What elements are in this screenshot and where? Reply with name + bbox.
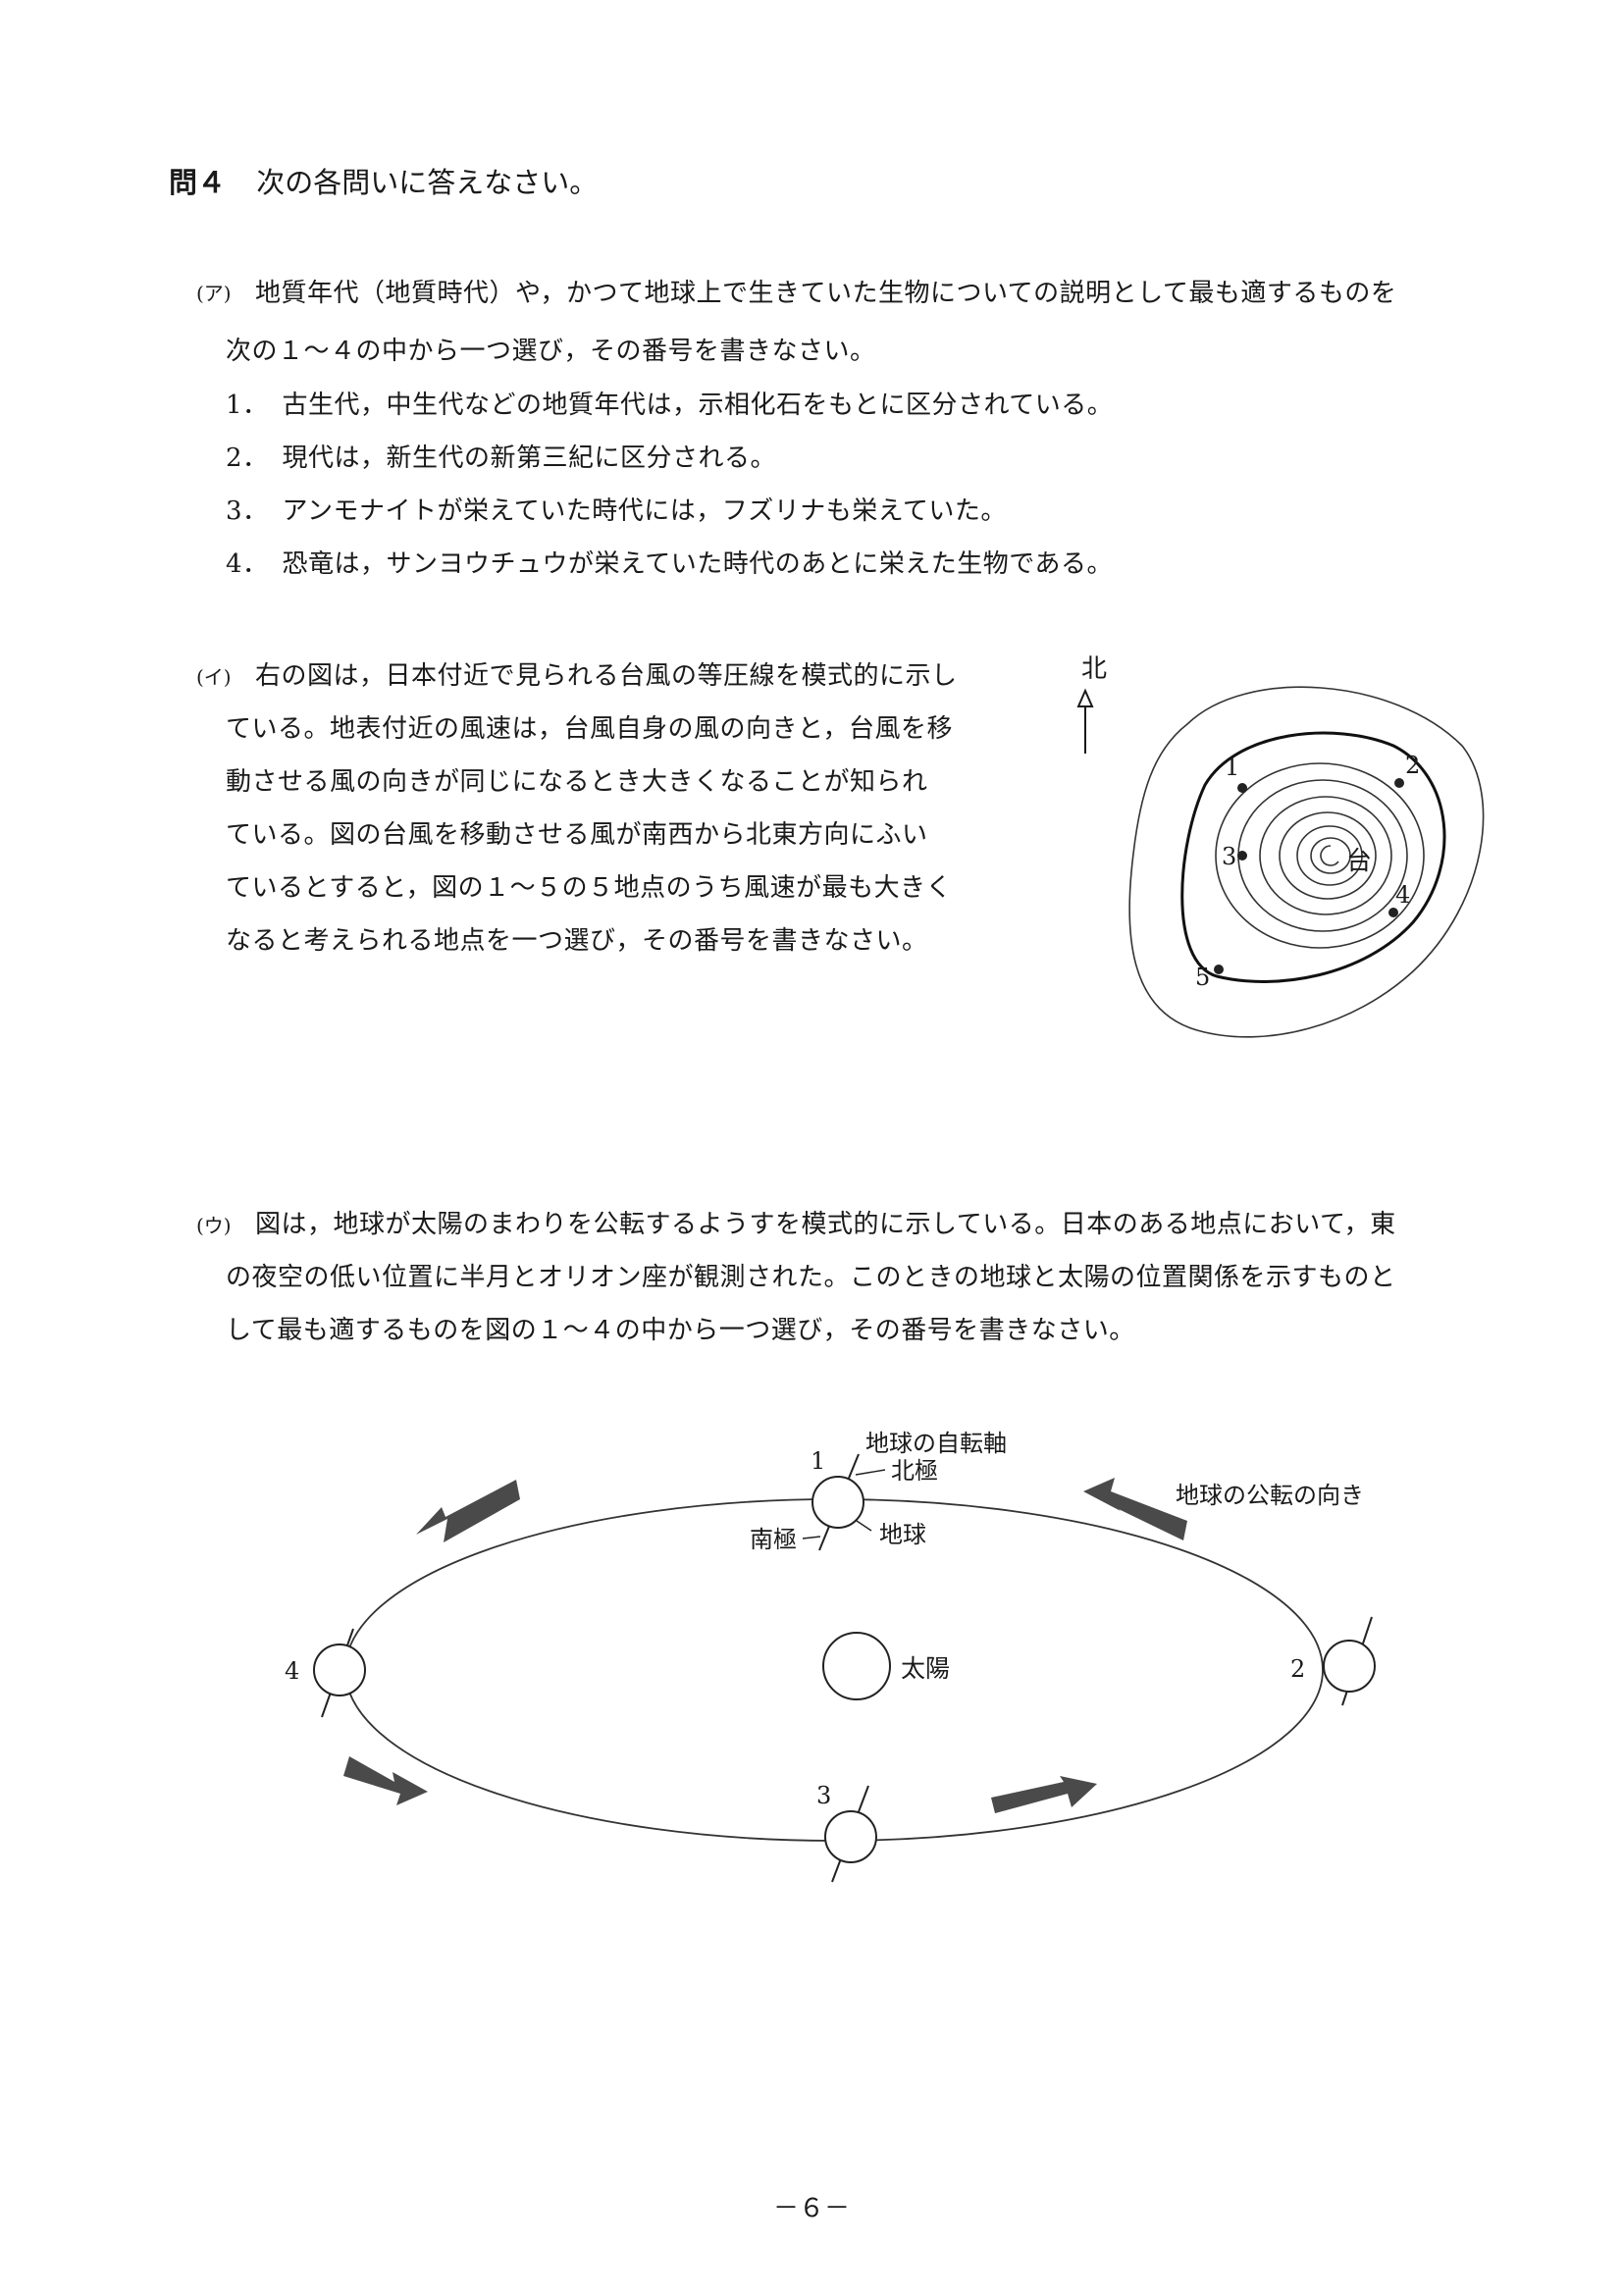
part-a-marker: (ア) (196, 282, 232, 305)
question-number: 問４ (169, 166, 227, 199)
point-2-label: 2 (1405, 752, 1420, 779)
question-heading: 問４ 次の各問いに答えなさい。 (169, 160, 598, 201)
part-b-line-4: ている。図の台風を移動させる風が南西から北東方向にふい (226, 820, 928, 850)
north-arrow-icon (1076, 688, 1094, 707)
part-a-option-1: 1． 古生代，中生代などの地質年代は，示相化石をもとに区分されている。 (226, 385, 1113, 421)
position-2-label: 2 (1290, 1655, 1305, 1683)
option-text: 現代は，新生代の新第三紀に区分される。 (282, 444, 777, 473)
earth-label: 地球 (879, 1521, 926, 1548)
point-3-dot (1237, 851, 1247, 861)
page-number: －６－ (772, 2194, 850, 2223)
earth-3-circle (824, 1810, 877, 1863)
north-pole-label: 北極 (891, 1457, 938, 1485)
part-b-line-1: 右の図は，日本付近で見られる台風の等圧線を模式的に示し (255, 661, 958, 691)
isobar-ring-center (1320, 845, 1339, 866)
revolution-label: 地球の公転の向き (1176, 1482, 1364, 1509)
part-a-option-3: 3． アンモナイトが栄えていた時代には，フズリナも栄えていた。 (226, 491, 1007, 527)
part-c-line-3: して最も適するものを図の１～４の中から一つ選び，その番号を書きなさい。 (226, 1316, 1135, 1345)
earth-leader (856, 1520, 872, 1532)
part-a-line-1: 地質年代（地質時代）や，かつて地球上で生きていた生物についての説明として最も適す… (255, 279, 1397, 308)
position-1-label: 1 (811, 1447, 825, 1475)
revolution-arrow-top-left-icon (416, 1480, 520, 1542)
typhoon-label: 台 (1346, 847, 1372, 876)
point-4-dot (1388, 908, 1398, 917)
part-b-marker: (イ) (196, 665, 232, 689)
option-number: 4． (226, 549, 269, 579)
earth-4-circle (313, 1644, 366, 1696)
part-a-line-2: 次の１～４の中から一つ選び，その番号を書きなさい。 (226, 337, 876, 366)
part-c-line-2: の夜空の低い位置に半月とオリオン座が観測された。このときの地球と太陽の位置関係を… (226, 1263, 1396, 1292)
revolution-arrow-bottom-left-icon (343, 1756, 428, 1805)
earth-1-circle (812, 1476, 864, 1529)
south-pole-label: 南極 (750, 1526, 797, 1553)
north-label: 北 (1081, 654, 1107, 684)
isobar-outer (1128, 686, 1485, 1038)
point-5-label: 5 (1195, 964, 1210, 991)
earth-2-circle (1323, 1640, 1376, 1693)
point-4-label: 4 (1395, 881, 1410, 909)
point-3-label: 3 (1222, 843, 1236, 870)
south-pole-leader (802, 1536, 821, 1539)
sun-label: 太陽 (901, 1654, 950, 1683)
orbit-figure: 太陽 1 地球の自転軸 北極 南極 地球 2 3 4 地球の公転の向き (285, 1430, 1376, 1883)
point-1-label: 1 (1225, 754, 1239, 781)
option-text: 古生代，中生代などの地質年代は，示相化石をもとに区分されている。 (282, 391, 1114, 420)
revolution-arrow-bottom-right-icon (991, 1776, 1097, 1813)
part-b-line-5: ているとすると，図の１～５の５地点のうち風速が最も大きく (226, 873, 953, 903)
part-a-option-2: 2． 現代は，新生代の新第三紀に区分される。 (226, 438, 776, 474)
part-b-line-2: ている。地表付近の風速は，台風自身の風の向きと，台風を移 (226, 714, 953, 744)
part-c-marker: (ウ) (196, 1214, 232, 1237)
typhoon-isobar-figure: 北 台 1 2 3 4 5 (1076, 654, 1485, 1038)
north-pole-leader (855, 1469, 886, 1476)
isobar-ring-6 (1310, 837, 1351, 874)
part-c-line-1: 図は，地球が太陽のまわりを公転するようすを模式的に示している。日本のある地点にお… (255, 1210, 1396, 1239)
sun-circle (822, 1632, 891, 1700)
point-5-dot (1214, 965, 1224, 974)
question-title: 次の各問いに答えなさい。 (256, 166, 599, 199)
option-text: アンモナイトが栄えていた時代には，フズリナも栄えていた。 (282, 496, 1007, 526)
position-3-label: 3 (816, 1782, 831, 1809)
option-number: 3． (226, 496, 269, 526)
position-4-label: 4 (285, 1657, 299, 1685)
option-number: 2． (226, 444, 269, 473)
point-1-dot (1237, 783, 1247, 793)
isobar-ring-2 (1237, 779, 1408, 932)
part-b-line-6: なると考えられる地点を一つ選び，その番号を書きなさい。 (226, 926, 928, 956)
part-b-line-3: 動させる風の向きが同じになるとき大きくなることが知られ (226, 767, 928, 797)
revolution-arrow-top-right-icon (1083, 1478, 1187, 1540)
option-text: 恐竜は，サンヨウチュウが栄えていた時代のあとに栄えた生物である。 (282, 549, 1113, 579)
point-2-dot (1394, 778, 1404, 788)
option-number: 1． (226, 391, 269, 420)
part-a-option-4: 4． 恐竜は，サンヨウチュウが栄えていた時代のあとに栄えた生物である。 (226, 544, 1113, 580)
axis-label: 地球の自転軸 (865, 1430, 1007, 1457)
